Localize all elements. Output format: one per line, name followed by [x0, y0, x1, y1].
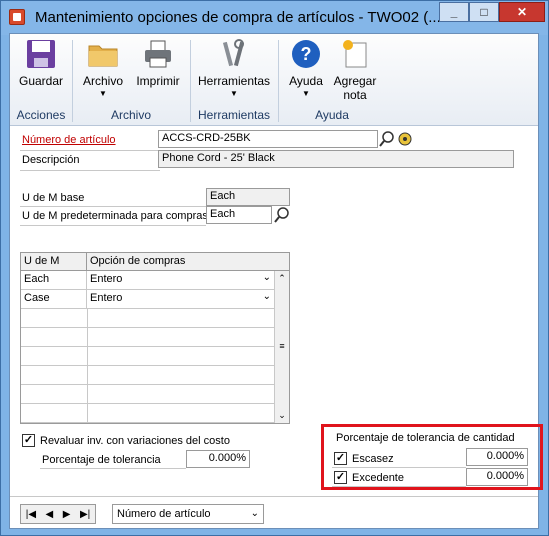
- description-field: Phone Cord - 25' Black: [158, 150, 514, 168]
- tolerance-percent-field[interactable]: 0.000%: [186, 450, 250, 468]
- item-number-field[interactable]: ACCS-CRD-25BK: [158, 130, 378, 148]
- help-menu-button[interactable]: ? Ayuda ▼: [284, 38, 328, 98]
- column-header-purchase-option: Opción de compras: [87, 253, 289, 271]
- divider: [40, 468, 186, 469]
- scroll-thumb[interactable]: ≡: [277, 341, 287, 351]
- print-button-label: Imprimir: [136, 74, 180, 88]
- grid-scrollbar[interactable]: ⌃ ≡ ⌄: [274, 271, 289, 423]
- divider: [20, 170, 160, 171]
- grid-cell-uom[interactable]: Each: [21, 271, 87, 290]
- lookup-icon[interactable]: [378, 130, 396, 148]
- revalue-label: Revaluar inv. con variaciones del costo: [40, 435, 230, 447]
- chevron-down-icon: ▼: [230, 89, 238, 98]
- window-title: Mantenimiento opciones de compra de artí…: [35, 9, 441, 26]
- divider: [20, 150, 160, 151]
- add-note-label: Agregar: [333, 74, 377, 88]
- tools-menu-button[interactable]: Herramientas ▼: [196, 38, 272, 98]
- window-client-area: Guardar Archivo ▼ Imprimir Herramientas …: [9, 33, 543, 529]
- column-divider: [87, 309, 88, 423]
- printer-icon: [142, 38, 174, 70]
- print-button[interactable]: Imprimir: [132, 38, 184, 88]
- help-icon: ?: [290, 38, 322, 70]
- purchase-option-select[interactable]: Entero ⌄: [87, 271, 274, 290]
- divider: [20, 206, 206, 207]
- add-note-icon: [339, 38, 371, 70]
- empty-grid-row: [21, 328, 274, 347]
- file-menu-button[interactable]: Archivo ▼: [78, 38, 128, 98]
- item-number-link[interactable]: Número de artículo: [22, 134, 116, 146]
- chevron-down-icon: ▼: [302, 89, 310, 98]
- empty-grid-row: [21, 309, 274, 328]
- add-note-label-2: nota: [343, 88, 367, 102]
- title-bar[interactable]: Mantenimiento opciones de compra de artí…: [1, 1, 548, 35]
- revalue-checkbox[interactable]: ✓: [22, 434, 35, 447]
- svg-text:?: ?: [301, 44, 312, 64]
- floppy-disk-icon: [25, 38, 57, 70]
- purchase-option-select[interactable]: Entero ⌄: [87, 290, 274, 309]
- nav-buttons: |◀ ◀ ▶ ▶|: [20, 504, 96, 524]
- group-label-help: Ayuda: [315, 108, 349, 122]
- close-button[interactable]: ✕: [499, 2, 545, 22]
- minimize-button[interactable]: _: [439, 2, 469, 22]
- grid-cell-uom[interactable]: Case: [21, 290, 87, 309]
- folder-icon: [87, 38, 119, 70]
- divider: [10, 496, 538, 497]
- app-icon: [9, 9, 25, 25]
- save-button-label: Guardar: [18, 74, 64, 88]
- group-label-actions: Acciones: [16, 108, 66, 122]
- default-purchase-uom-field[interactable]: Each: [206, 206, 272, 224]
- purchasing-options-window: Mantenimiento opciones de compra de artí…: [0, 0, 549, 536]
- tools-menu-label: Herramientas: [197, 74, 271, 88]
- file-menu-label: Archivo: [82, 74, 123, 88]
- column-header-uom: U de M: [21, 253, 87, 271]
- first-record-icon[interactable]: |◀: [26, 509, 36, 520]
- chevron-down-icon: ⌄: [262, 291, 271, 302]
- sort-by-value: Número de artículo: [117, 508, 211, 520]
- help-menu-label: Ayuda: [289, 74, 323, 88]
- tolerance-label: Porcentaje de tolerancia: [42, 454, 161, 466]
- item-options-icon[interactable]: [396, 130, 414, 148]
- previous-record-icon[interactable]: ◀: [46, 509, 54, 520]
- default-purchase-uom-label: U de M predeterminada para compras: [22, 210, 208, 222]
- purchase-option-value: Entero: [90, 273, 123, 285]
- save-button[interactable]: Guardar: [18, 38, 64, 88]
- group-label-file: Archivo: [110, 108, 151, 122]
- empty-grid-row: [21, 404, 274, 423]
- sort-by-select[interactable]: Número de artículo ⌄: [112, 504, 264, 524]
- tools-icon: [218, 38, 250, 70]
- empty-grid-row: [21, 347, 274, 366]
- highlight-box: [321, 424, 543, 490]
- group-label-tools: Herramientas: [197, 108, 271, 122]
- last-record-icon[interactable]: ▶|: [80, 509, 90, 520]
- chevron-down-icon: ⌄: [262, 272, 271, 283]
- ribbon: Guardar Archivo ▼ Imprimir Herramientas …: [10, 34, 538, 126]
- divider: [20, 225, 206, 226]
- next-record-icon[interactable]: ▶: [63, 509, 71, 520]
- base-uom-label: U de M base: [22, 192, 85, 204]
- empty-grid-row: [21, 385, 274, 404]
- chevron-down-icon: ⌄: [250, 508, 259, 519]
- form-body: Número de artículo ACCS-CRD-25BK Descrip…: [10, 126, 543, 528]
- uom-options-grid: U de M Opción de compras Each Entero ⌄ C…: [20, 252, 290, 424]
- maximize-button[interactable]: □: [469, 2, 499, 22]
- scroll-down-icon[interactable]: ⌄: [275, 408, 289, 423]
- add-note-button[interactable]: Agregar nota: [330, 38, 380, 102]
- lookup-icon[interactable]: [273, 206, 291, 224]
- chevron-down-icon: ▼: [99, 89, 107, 98]
- purchase-option-value: Entero: [90, 292, 123, 304]
- base-uom-field: Each: [206, 188, 290, 206]
- description-label: Descripción: [22, 154, 80, 166]
- empty-grid-row: [21, 366, 274, 385]
- scroll-up-icon[interactable]: ⌃: [275, 271, 289, 286]
